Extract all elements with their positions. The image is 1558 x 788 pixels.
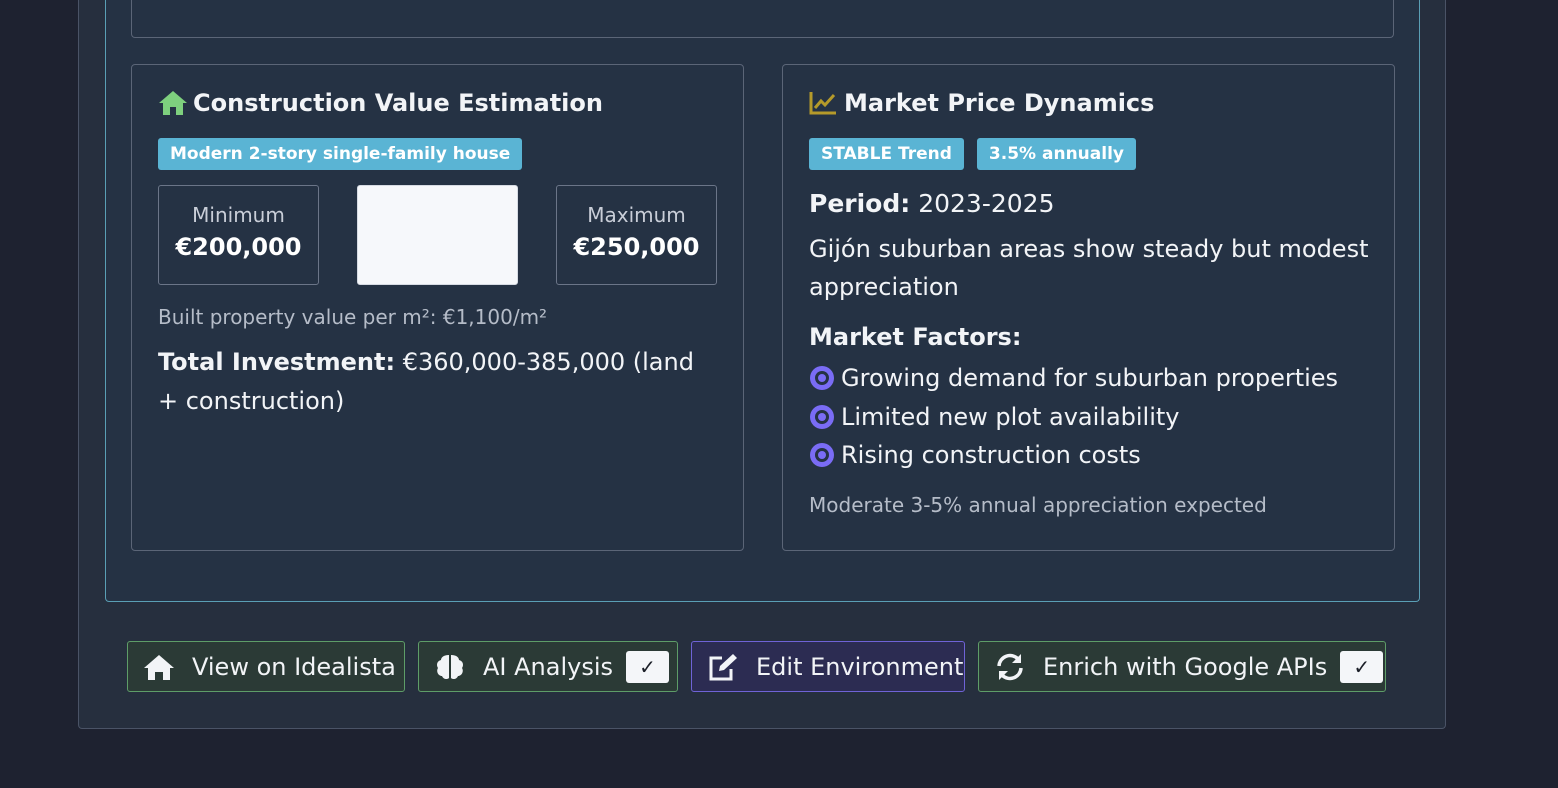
ai-analysis-label: AI Analysis — [483, 652, 614, 681]
edit-icon — [706, 652, 740, 682]
view-on-idealista-label: View on Idealista — [192, 652, 396, 681]
enrich-check-badge: ✓ — [1340, 650, 1384, 683]
factor-text: Rising construction costs — [841, 441, 1141, 470]
chart-line-icon — [809, 89, 839, 117]
market-factors-list: Growing demand for suburban properties L… — [809, 359, 1338, 475]
maximum-label: Maximum — [587, 203, 686, 227]
edit-environment-button[interactable]: Edit Environment — [691, 641, 965, 692]
list-item: Growing demand for suburban properties — [809, 359, 1338, 398]
house-type-badge: Modern 2-story single-family house — [158, 138, 523, 170]
market-title: Market Price Dynamics — [809, 89, 1154, 117]
factor-text: Growing demand for suburban properties — [841, 364, 1339, 393]
average-value-box — [357, 185, 518, 285]
dot-circle-icon — [809, 365, 835, 391]
brain-icon — [433, 652, 467, 682]
factor-text: Limited new plot availability — [841, 402, 1180, 431]
market-badges: STABLE Trend 3.5% annually — [809, 138, 1136, 170]
enrich-google-apis-label: Enrich with Google APIs — [1043, 652, 1328, 681]
value-per-m2: Built property value per m²: €1,100/m² — [158, 305, 548, 329]
maximum-value-box: Maximum €250,000 — [556, 185, 717, 285]
minimum-value-box: Minimum €200,000 — [158, 185, 319, 285]
market-title-text: Market Price Dynamics — [844, 89, 1155, 117]
construction-value-card: Construction Value Estimation Modern 2-s… — [131, 64, 744, 551]
construction-title-text: Construction Value Estimation — [193, 89, 603, 117]
enrich-google-apis-button[interactable]: Enrich with Google APIs ✓ — [978, 641, 1386, 692]
construction-title: Construction Value Estimation — [158, 89, 603, 117]
list-item: Rising construction costs — [809, 436, 1338, 475]
edit-environment-label: Edit Environment — [756, 652, 964, 681]
dot-circle-icon — [809, 404, 835, 430]
market-factors-title: Market Factors: — [809, 323, 1022, 351]
minimum-label: Minimum — [192, 203, 285, 227]
trend-badge: STABLE Trend — [809, 138, 964, 170]
market-description: Gijón suburban areas show steady but mod… — [809, 235, 1369, 301]
ai-analysis-button[interactable]: AI Analysis ✓ — [418, 641, 678, 692]
maximum-value: €250,000 — [573, 233, 700, 261]
previous-section-box — [131, 0, 1394, 38]
construction-badges: Modern 2-story single-family house — [158, 138, 523, 170]
sync-icon — [993, 652, 1027, 682]
appreciation-expectation: Moderate 3-5% annual appreciation expect… — [809, 493, 1267, 517]
period-label: Period: — [809, 189, 911, 218]
list-item: Limited new plot availability — [809, 398, 1338, 437]
total-investment-label: Total Investment: — [158, 348, 396, 376]
home-icon — [142, 652, 176, 682]
view-on-idealista-button[interactable]: View on Idealista — [127, 641, 405, 692]
period: Period: 2023-2025 — [809, 189, 1054, 218]
dot-circle-icon — [809, 442, 835, 468]
period-value: 2023-2025 — [918, 189, 1055, 218]
market-dynamics-card: Market Price Dynamics STABLE Trend 3.5% … — [782, 64, 1395, 551]
minimum-value: €200,000 — [175, 233, 302, 261]
ai-analysis-check-badge: ✓ — [626, 650, 670, 683]
total-investment: Total Investment: €360,000-385,000 (land… — [158, 343, 718, 421]
house-icon — [158, 89, 188, 117]
rate-badge: 3.5% annually — [976, 138, 1136, 170]
